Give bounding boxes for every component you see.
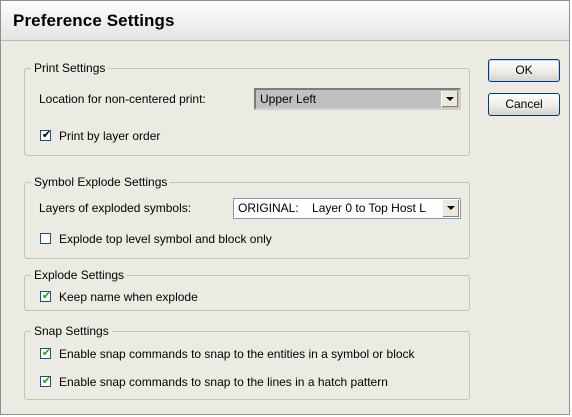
layers-select[interactable]: ORIGINAL: Layer 0 to Top Host L xyxy=(233,198,461,219)
layers-select-value: ORIGINAL: Layer 0 to Top Host L xyxy=(238,201,426,215)
chevron-down-icon xyxy=(447,206,455,210)
explode-settings-legend: Explode Settings xyxy=(31,268,128,282)
keep-name-label: Keep name when explode xyxy=(59,290,198,304)
title-bar: Preference Settings xyxy=(1,1,569,41)
print-settings-legend: Print Settings xyxy=(31,61,109,75)
cancel-button[interactable]: Cancel xyxy=(488,93,560,116)
checkmark-icon: ✔ xyxy=(41,347,52,359)
location-label: Location for non-centered print: xyxy=(39,92,206,106)
layers-label: Layers of exploded symbols: xyxy=(39,201,192,215)
ok-button[interactable]: OK xyxy=(488,59,560,82)
location-select[interactable]: Upper Left xyxy=(254,88,461,110)
checkmark-icon: ✔ xyxy=(41,290,52,302)
symbol-explode-group: Symbol Explode Settings xyxy=(24,175,470,259)
snap-symbol-checkbox[interactable]: ✔ xyxy=(40,347,52,359)
print-by-layer-checkbox[interactable]: ✔ xyxy=(40,129,52,141)
checkmark-icon: ✔ xyxy=(41,375,52,387)
snap-settings-group: Snap Settings xyxy=(24,324,470,400)
explode-top-level-checkbox[interactable] xyxy=(40,233,51,244)
symbol-explode-legend: Symbol Explode Settings xyxy=(31,175,171,189)
keep-name-checkbox[interactable]: ✔ xyxy=(40,290,52,302)
layers-dropdown-button[interactable] xyxy=(442,200,459,217)
snap-settings-legend: Snap Settings xyxy=(31,324,112,338)
dialog-title: Preference Settings xyxy=(13,11,175,30)
snap-hatch-label: Enable snap commands to snap to the line… xyxy=(59,375,388,389)
chevron-down-icon xyxy=(446,97,454,101)
snap-hatch-checkbox[interactable]: ✔ xyxy=(40,375,52,387)
explode-top-level-label: Explode top level symbol and block only xyxy=(59,232,272,246)
print-by-layer-label: Print by layer order xyxy=(59,129,161,143)
location-select-value: Upper Left xyxy=(260,92,317,106)
checkmark-icon: ✔ xyxy=(41,129,52,141)
location-dropdown-button[interactable] xyxy=(441,91,458,107)
preference-settings-dialog: Preference Settings Print Settings Locat… xyxy=(0,0,570,415)
snap-symbol-label: Enable snap commands to snap to the enti… xyxy=(59,347,415,361)
